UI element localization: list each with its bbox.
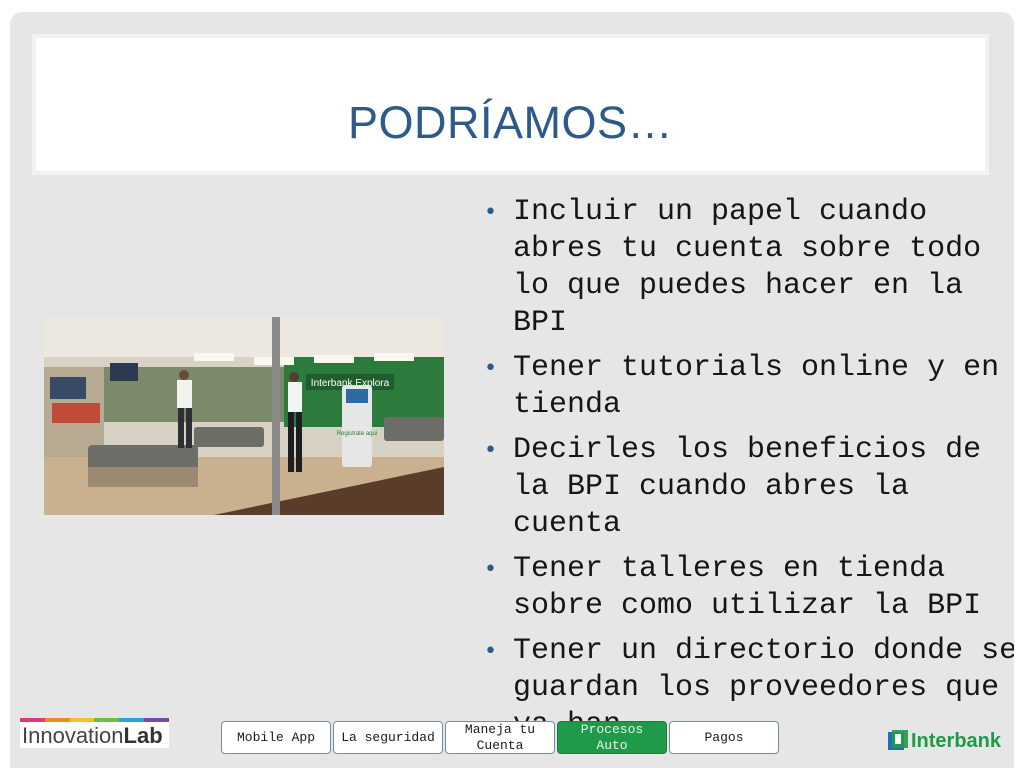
footer-nav: Mobile App La seguridad Maneja tu Cuenta…	[221, 721, 779, 755]
list-item: • Decirles los beneficios de la BPI cuand…	[484, 432, 1014, 543]
bullet-dot: •	[484, 639, 497, 664]
bullet-text: Incluir un papel cuando abres tu cuenta …	[513, 195, 982, 340]
bullet-dot: •	[484, 557, 497, 582]
bullet-dot: •	[484, 438, 497, 463]
list-item: • Tener talleres en tienda sobre como uti…	[484, 551, 1014, 625]
list-item: • Tener tutorials online y en tienda	[484, 350, 1014, 424]
logo-color-strip	[20, 718, 169, 722]
nav-button-mobile-app[interactable]: Mobile App	[221, 721, 331, 754]
bank-branch-illustration: Interbank Explora Registrate aqui	[44, 317, 444, 515]
interbank-wordmark: Interbank	[911, 730, 1002, 752]
bullet-text: Tener tutorials online y en tienda	[513, 351, 1000, 422]
bullet-text: Tener talleres en tienda sobre como util…	[513, 552, 982, 623]
bullet-list: • Incluir un papel cuando abres tu cuenta…	[484, 194, 1014, 752]
logo-wordmark: InnovationLab	[22, 724, 163, 748]
nav-button-pagos[interactable]: Pagos	[669, 721, 779, 754]
slide-title: PODRÍAMOS…	[347, 97, 674, 148]
nav-button-procesos-auto[interactable]: Procesos Auto	[557, 721, 667, 754]
logo-text-part1: Innovation	[22, 723, 124, 748]
innovationlab-logo: InnovationLab	[20, 718, 169, 748]
nav-button-maneja-tu-cuenta[interactable]: Maneja tu Cuenta	[445, 721, 555, 754]
bullet-dot: •	[484, 200, 497, 225]
kiosk-label: Registrate aqui	[337, 431, 377, 437]
bullet-text: Decirles los beneficios de la BPI cuando…	[513, 433, 982, 541]
logo-text-part2: Lab	[123, 723, 163, 748]
interbank-mark-icon	[888, 730, 908, 750]
title-box: PODRÍAMOS…	[32, 34, 989, 175]
interbank-logo: Interbank	[888, 728, 1001, 754]
nav-button-la-seguridad[interactable]: La seguridad	[333, 721, 443, 754]
bullet-dot: •	[484, 356, 497, 381]
list-item: • Incluir un papel cuando abres tu cuenta…	[484, 194, 1014, 342]
slide: PODRÍAMOS… Interbank Explora Registrate …	[10, 12, 1014, 768]
bank-branch-photo: Interbank Explora Registrate aqui	[44, 317, 444, 515]
